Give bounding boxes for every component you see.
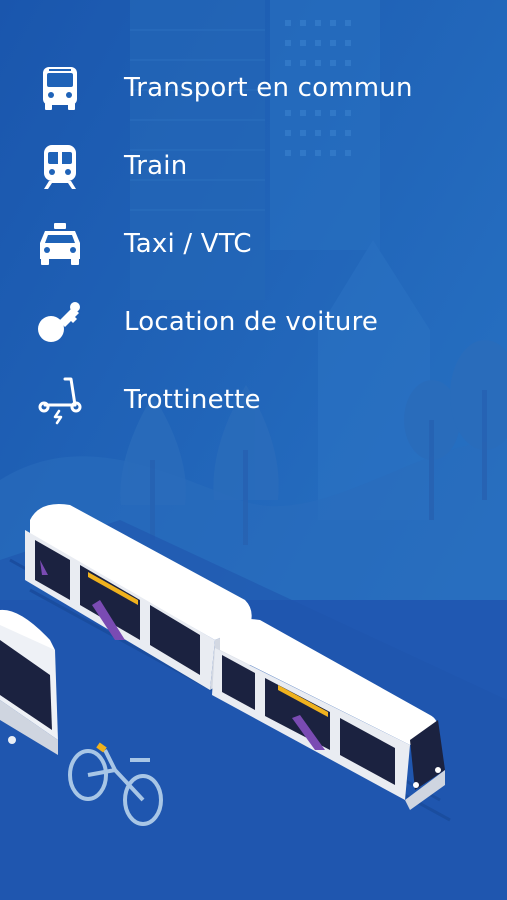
electric-scooter-icon <box>32 372 88 428</box>
mode-item-train[interactable]: Train <box>32 138 492 194</box>
mode-item-car-rental[interactable]: Location de voiture <box>32 294 492 350</box>
taxi-icon <box>32 216 88 272</box>
train-icon <box>32 138 88 194</box>
building-shape <box>270 0 380 250</box>
bus-icon <box>32 60 88 116</box>
mode-item-scooter[interactable]: Trottinette <box>32 372 492 428</box>
car-key-icon <box>32 294 88 350</box>
mode-label: Trottinette <box>124 385 261 415</box>
background-illustration <box>0 0 507 900</box>
mode-label: Transport en commun <box>124 73 413 103</box>
mode-item-taxi[interactable]: Taxi / VTC <box>32 216 492 272</box>
mode-item-public-transport[interactable]: Transport en commun <box>32 60 492 116</box>
mode-label: Taxi / VTC <box>124 229 252 259</box>
mode-label: Train <box>124 151 188 181</box>
mode-label: Location de voiture <box>124 307 379 337</box>
